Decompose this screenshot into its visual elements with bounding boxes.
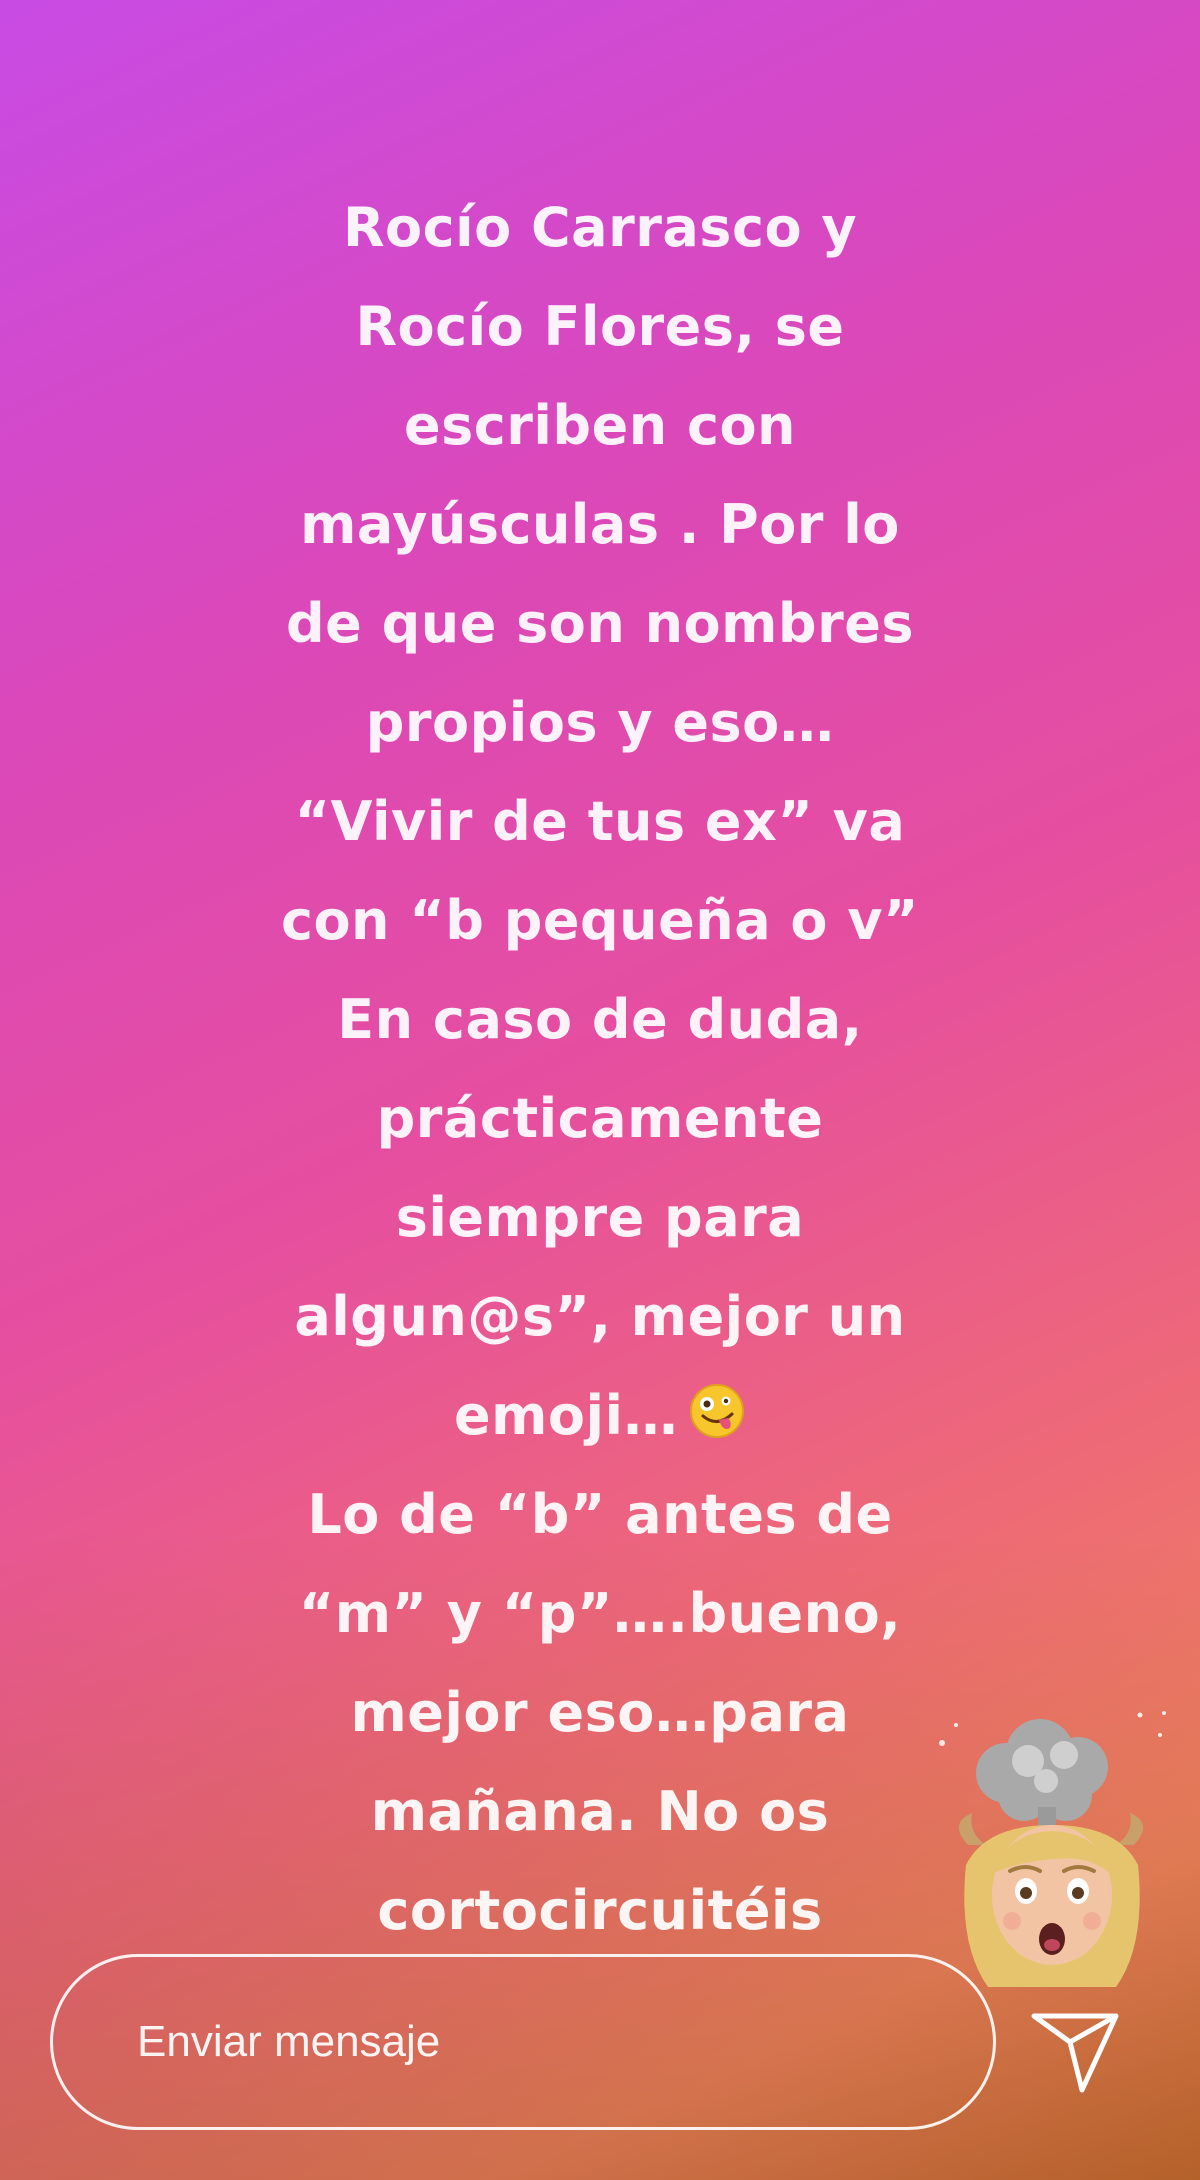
story-text-emoji-line-text: emoji… xyxy=(453,1384,678,1447)
story-text-line: con “b pequeña o v” xyxy=(280,889,920,952)
story-text-line: “m” y “p”….bueno, xyxy=(298,1582,902,1645)
story-text-line: Rocío Carrasco y xyxy=(342,196,858,259)
story-text-line: siempre para xyxy=(395,1186,805,1249)
story-text-line: de que son nombres xyxy=(286,592,914,655)
story-text-line: mañana. No os xyxy=(370,1780,830,1843)
story-text: Rocío Carrasco y Rocío Flores, se escrib… xyxy=(180,178,1020,1960)
story-text-line: Lo de “b” antes de xyxy=(307,1483,893,1546)
story-text-line: mejor eso…para xyxy=(350,1681,850,1744)
story-text-line: escriben con xyxy=(404,394,796,457)
story-text-line: cortocircuitéis xyxy=(377,1879,823,1942)
story-text-line: mayúsculas . Por lo xyxy=(300,493,900,556)
story-text-line: En caso de duda, xyxy=(337,988,863,1051)
story-text-line: “Vivir de tus ex” va xyxy=(294,790,906,853)
reply-message-input[interactable]: Enviar mensaje xyxy=(50,1954,996,2130)
story-text-line: algun@s”, mejor un xyxy=(294,1285,906,1348)
reply-placeholder: Enviar mensaje xyxy=(137,2017,441,2066)
story-text-line-emoji: emoji… xyxy=(180,1366,1020,1465)
exploding-head-memoji-icon xyxy=(928,1695,1176,1995)
send-icon xyxy=(1031,2013,1119,2093)
story-screen[interactable]: Rocío Carrasco y Rocío Flores, se escrib… xyxy=(0,0,1200,2180)
story-text-line: Rocío Flores, se xyxy=(355,295,845,358)
send-button[interactable] xyxy=(1020,1990,1130,2100)
zany-face-icon xyxy=(688,1372,746,1438)
story-text-line: propios y eso… xyxy=(365,691,835,754)
story-text-line: prácticamente xyxy=(376,1087,824,1150)
